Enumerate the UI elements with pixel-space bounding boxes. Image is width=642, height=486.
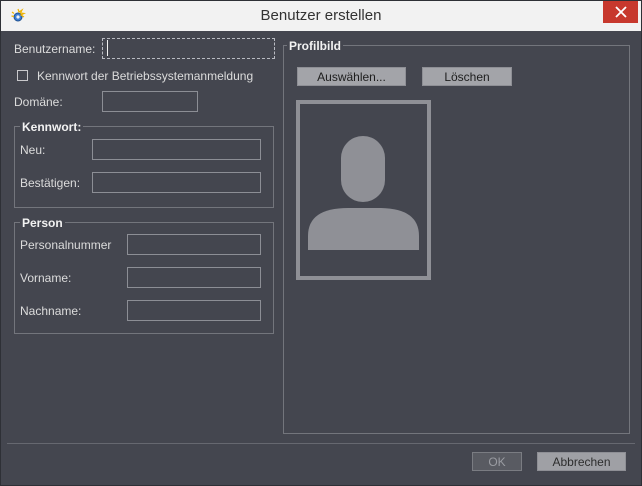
os-login-checkbox[interactable] xyxy=(17,70,28,81)
close-icon xyxy=(614,6,627,18)
profile-picture-frame xyxy=(296,100,431,280)
first-name-label: Vorname: xyxy=(20,271,72,285)
window-title: Benutzer erstellen xyxy=(260,7,382,24)
os-login-label[interactable]: Kennwort der Betriebssystemanmeldung xyxy=(37,69,253,83)
last-name-label: Nachname: xyxy=(20,304,82,318)
delete-picture-button[interactable]: Löschen xyxy=(422,67,512,86)
create-user-dialog: Benutzer erstellen Benutzername: Kennwor… xyxy=(0,0,642,486)
last-name-field[interactable] xyxy=(127,300,261,321)
new-password-label: Neu: xyxy=(20,143,46,157)
personnel-number-label: Personalnummer xyxy=(20,238,112,252)
select-picture-button[interactable]: Auswählen... xyxy=(297,67,406,86)
ok-button[interactable]: OK xyxy=(472,452,522,471)
text-cursor xyxy=(107,40,108,56)
cancel-button[interactable]: Abbrechen xyxy=(537,452,626,471)
domain-label: Domäne: xyxy=(14,95,63,109)
username-input[interactable] xyxy=(102,38,275,59)
person-group-title: Person xyxy=(20,216,65,230)
title-bar: Benutzer erstellen xyxy=(1,1,641,31)
new-password-field[interactable] xyxy=(92,139,261,160)
first-name-field[interactable] xyxy=(127,267,261,288)
domain-input[interactable] xyxy=(102,91,198,112)
confirm-password-label: Bestätigen: xyxy=(20,176,81,190)
footer-divider xyxy=(7,443,635,444)
personnel-number-field[interactable] xyxy=(127,234,261,255)
profile-picture-title: Profilbild xyxy=(287,39,343,53)
user-silhouette-icon xyxy=(308,136,419,250)
password-group-title: Kennwort: xyxy=(20,120,84,134)
close-button[interactable] xyxy=(603,1,638,23)
confirm-password-field[interactable] xyxy=(92,172,261,193)
username-label: Benutzername: xyxy=(14,42,96,56)
